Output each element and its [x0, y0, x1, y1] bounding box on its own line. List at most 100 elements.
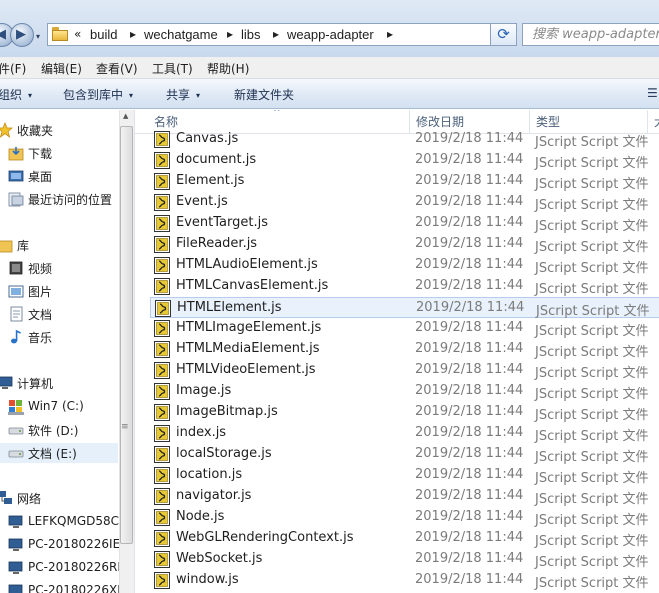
- script-file-icon: [154, 173, 170, 190]
- file-row[interactable]: HTMLCanvasElement.js 2019/2/18 11:44 JScri…: [150, 276, 659, 297]
- desktop-icon: [8, 168, 24, 184]
- picture-icon: [8, 283, 24, 299]
- include-library-button[interactable]: 包含到库中 ▾: [63, 86, 133, 103]
- music-note-icon: [8, 329, 24, 345]
- breadcrumb-weapp-adapter[interactable]: weapp-adapter: [287, 27, 374, 42]
- file-row[interactable]: window.js 2019/2/18 11:44 JScript Script 文…: [150, 570, 659, 591]
- file-row[interactable]: document.js 2019/2/18 11:44 JScript Script…: [150, 150, 659, 171]
- file-type: JScript Script 文件: [535, 534, 649, 549]
- file-row[interactable]: Canvas.js 2019/2/18 11:44 JScript Script 文…: [150, 129, 659, 150]
- script-file-icon: [154, 236, 170, 253]
- file-date: 2019/2/18 11:44: [415, 509, 524, 524]
- breadcrumb-libs[interactable]: libs: [241, 27, 261, 42]
- file-row[interactable]: Event.js 2019/2/18 11:44 JScript Script 文件: [150, 192, 659, 213]
- file-row[interactable]: WebGLRenderingContext.js 2019/2/18 11:44 J…: [150, 528, 659, 549]
- breadcrumb-build[interactable]: build: [90, 27, 117, 42]
- file-row[interactable]: HTMLAudioElement.js 2019/2/18 11:44 JScrip…: [150, 255, 659, 276]
- file-row[interactable]: HTMLElement.js 2019/2/18 11:44 JScript Scr…: [150, 297, 659, 319]
- file-row[interactable]: HTMLVideoElement.js 2019/2/18 11:44 JScrip…: [150, 360, 659, 381]
- search-box[interactable]: [522, 23, 659, 46]
- script-file-icon: [154, 530, 170, 547]
- menu-edit[interactable]: 编辑(E): [41, 60, 82, 77]
- grip-icon: ≡: [121, 422, 129, 432]
- computer-icon: [8, 560, 24, 576]
- file-row[interactable]: HTMLMediaElement.js 2019/2/18 11:44 JScrip…: [150, 339, 659, 360]
- file-name: navigator.js: [176, 488, 252, 503]
- breadcrumb-separator[interactable]: ▸: [273, 27, 279, 41]
- library-icon: [0, 237, 13, 253]
- file-type: JScript Script 文件: [535, 156, 649, 171]
- file-name: FileReader.js: [176, 236, 258, 251]
- file-date: 2019/2/18 11:44: [415, 572, 524, 587]
- file-row[interactable]: navigator.js 2019/2/18 11:44 JScript Scrip…: [150, 486, 659, 507]
- file-row[interactable]: location.js 2019/2/18 11:44 JScript Script…: [150, 465, 659, 486]
- file-date: 2019/2/18 11:44: [415, 341, 524, 356]
- file-date: 2019/2/18 11:44: [415, 257, 524, 272]
- file-type: JScript Script 文件: [535, 135, 649, 150]
- network-icon: [0, 490, 13, 506]
- file-date: 2019/2/18 11:44: [415, 467, 524, 482]
- file-date: 2019/2/18 11:44: [415, 152, 524, 167]
- view-options-icon[interactable]: ☰: [647, 86, 658, 100]
- file-type: JScript Script 文件: [535, 429, 649, 444]
- script-file-icon: [154, 257, 170, 274]
- file-date: 2019/2/18 11:44: [415, 215, 524, 230]
- script-file-icon: [154, 215, 170, 232]
- script-file-icon: [154, 278, 170, 295]
- file-date: 2019/2/18 11:44: [415, 383, 524, 398]
- file-row[interactable]: EventTarget.js 2019/2/18 11:44 JScript Scr…: [150, 213, 659, 234]
- search-input[interactable]: [523, 24, 659, 45]
- scroll-up-arrow-icon[interactable]: ▲: [123, 112, 128, 120]
- file-date: 2019/2/18 11:44: [415, 425, 524, 440]
- new-folder-button[interactable]: 新建文件夹: [234, 86, 294, 103]
- file-row[interactable]: FileReader.js 2019/2/18 11:44 JScript Scri…: [150, 234, 659, 255]
- file-type: JScript Script 文件: [535, 366, 649, 381]
- organize-button[interactable]: 组织 ▾: [0, 86, 32, 103]
- nav-scrollbar-thumb[interactable]: [120, 126, 133, 544]
- nav-drive-e[interactable]: 文档 (E:): [0, 443, 118, 463]
- file-row[interactable]: localStorage.js 2019/2/18 11:44 JScript Sc…: [150, 444, 659, 465]
- file-name: localStorage.js: [176, 446, 272, 461]
- menu-tools[interactable]: 工具(T): [152, 60, 193, 77]
- file-type: JScript Script 文件: [535, 198, 649, 213]
- file-row[interactable]: WebSocket.js 2019/2/18 11:44 JScript Scrip…: [150, 549, 659, 570]
- recent-pages-dropdown[interactable]: ▾: [36, 32, 40, 41]
- file-name: HTMLMediaElement.js: [176, 341, 320, 356]
- file-row[interactable]: Element.js 2019/2/18 11:44 JScript Script …: [150, 171, 659, 192]
- script-file-icon: [154, 467, 170, 484]
- menu-file[interactable]: 件(F): [0, 60, 26, 77]
- file-row[interactable]: Image.js 2019/2/18 11:44 JScript Script 文件: [150, 381, 659, 402]
- chevron-down-icon: ▾: [129, 91, 134, 100]
- menu-help[interactable]: 帮助(H): [207, 60, 249, 77]
- file-type: JScript Script 文件: [535, 282, 649, 297]
- breadcrumb-separator[interactable]: ▸: [130, 27, 136, 41]
- file-list: 名称 ^ 修改日期 类型 大 Canvas.js2019/2/18 11:44J…: [134, 110, 659, 593]
- file-date: 2019/2/18 11:44: [416, 300, 525, 315]
- script-file-icon: [154, 383, 170, 400]
- menu-view[interactable]: 查看(V): [96, 60, 138, 77]
- file-row[interactable]: HTMLImageElement.js 2019/2/18 11:44 JScrip…: [150, 318, 659, 339]
- forward-button[interactable]: ▶: [10, 23, 34, 47]
- file-row[interactable]: Node.js 2019/2/18 11:44 JScript Script 文件: [150, 507, 659, 528]
- file-type: JScript Script 文件: [535, 261, 649, 276]
- address-bar[interactable]: « build ▸ wechatgame ▸ libs ▸ weapp-adap…: [47, 23, 529, 46]
- breadcrumb-separator[interactable]: ▸: [227, 27, 233, 41]
- file-row[interactable]: index.js 2019/2/18 11:44 JScript Script 文件: [150, 423, 659, 444]
- file-date: 2019/2/18 11:44: [415, 404, 524, 419]
- breadcrumb-separator[interactable]: ▸: [387, 27, 393, 41]
- file-date: 2019/2/18 11:44: [415, 320, 524, 335]
- file-type: JScript Script 文件: [535, 219, 649, 234]
- file-name: Image.js: [176, 383, 232, 398]
- share-button[interactable]: 共享 ▾: [166, 86, 200, 103]
- menu-bar: 件(F) 编辑(E) 查看(V) 工具(T) 帮助(H): [0, 57, 659, 79]
- script-file-icon: [154, 509, 170, 526]
- breadcrumb-overflow[interactable]: «: [74, 27, 81, 41]
- file-name: Node.js: [176, 509, 225, 524]
- file-name: WebSocket.js: [176, 551, 263, 566]
- refresh-button[interactable]: ⟳: [490, 23, 517, 46]
- script-file-icon: [154, 320, 170, 337]
- file-name: HTMLAudioElement.js: [176, 257, 318, 272]
- script-file-icon: [154, 446, 170, 463]
- breadcrumb-wechatgame[interactable]: wechatgame: [144, 27, 218, 42]
- file-row[interactable]: ImageBitmap.js 2019/2/18 11:44 JScript Scr…: [150, 402, 659, 423]
